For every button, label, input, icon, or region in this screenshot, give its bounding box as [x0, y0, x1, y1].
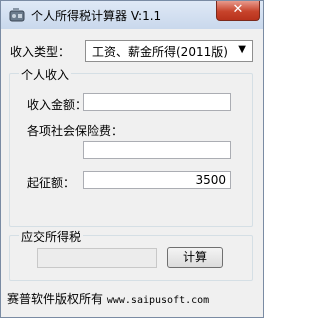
- website-link[interactable]: www.saipusoft.com: [107, 295, 209, 306]
- insurance-label: 各项社会保险费：: [27, 124, 124, 138]
- personal-income-group-title: 个人收入: [19, 66, 72, 83]
- income-type-select[interactable]: 工资、薪金所得(2011版) ▼: [85, 40, 253, 62]
- income-type-label: 收入类型：: [10, 45, 71, 59]
- income-amount-label: 收入金额：: [27, 98, 88, 112]
- tax-result-field: [37, 248, 157, 268]
- income-amount-input[interactable]: [83, 93, 231, 111]
- threshold-input[interactable]: 3500: [83, 171, 231, 189]
- close-button[interactable]: ✕: [216, 1, 260, 21]
- threshold-value: 3500: [195, 173, 226, 187]
- result-group-title: 应交所得税: [19, 228, 84, 245]
- chevron-down-icon[interactable]: ▼: [238, 44, 246, 55]
- footer: 赛普软件版权所有 www.saipusoft.com: [7, 290, 209, 307]
- income-type-value: 工资、薪金所得(2011版): [92, 45, 228, 59]
- insurance-input[interactable]: [83, 141, 231, 159]
- title-bar[interactable]: 个人所得税计算器 V:1.1 ✕: [1, 1, 263, 29]
- app-window: 个人所得税计算器 V:1.1 ✕ 收入类型： 工资、薪金所得(2011版) ▼ …: [0, 0, 264, 318]
- calculate-button[interactable]: 计算: [167, 247, 223, 268]
- client-area: 收入类型： 工资、薪金所得(2011版) ▼ 个人收入 收入金额： 各项社会保险…: [7, 34, 257, 310]
- copyright-text: 赛普软件版权所有: [7, 292, 104, 306]
- calculator-icon: [8, 6, 26, 24]
- threshold-label: 起征额：: [27, 176, 76, 190]
- window-title: 个人所得税计算器 V:1.1: [31, 9, 162, 23]
